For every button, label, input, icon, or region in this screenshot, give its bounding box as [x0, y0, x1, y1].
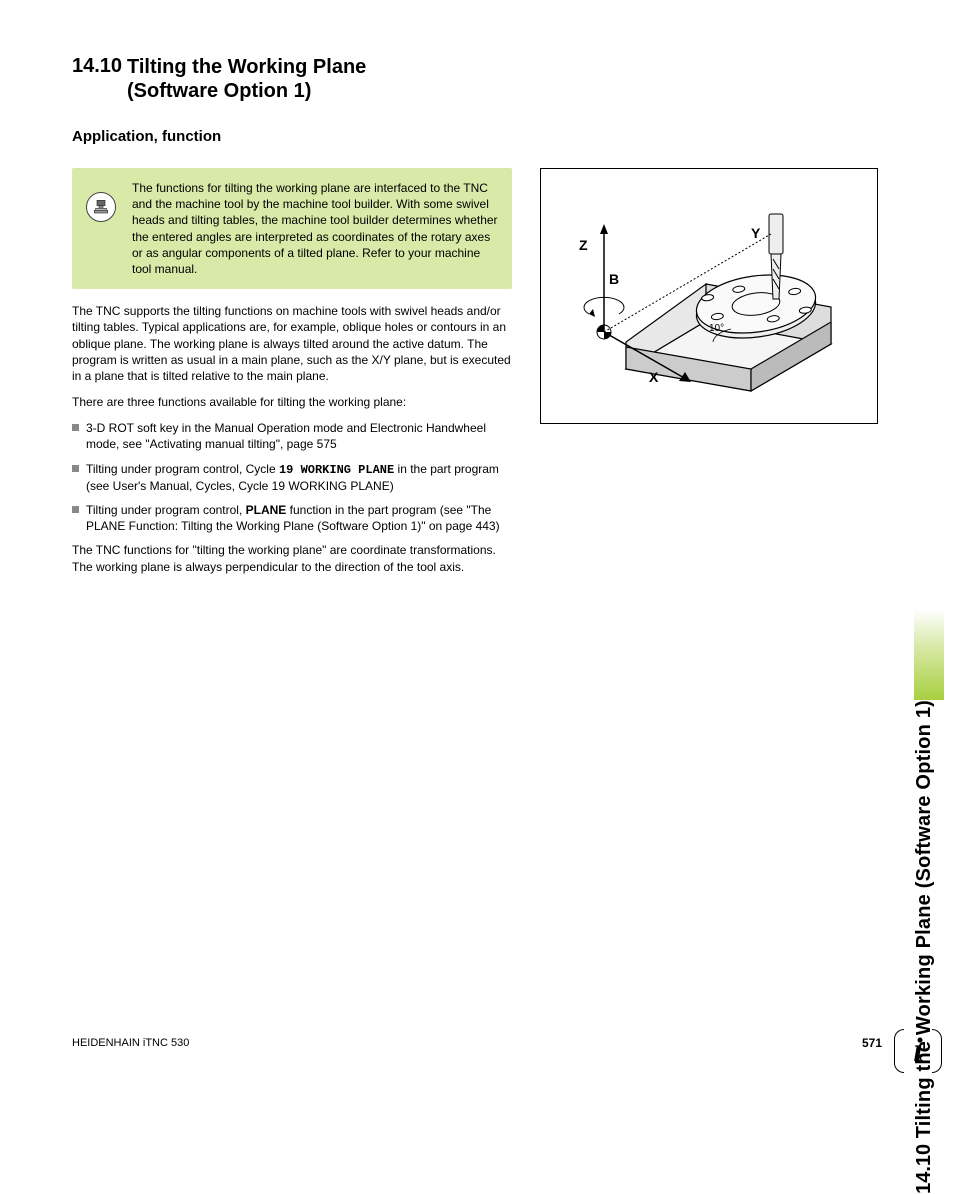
axis-z-label: Z [579, 237, 588, 253]
axis-y-label: Y [751, 225, 760, 241]
list-item: Tilting under program control, Cycle 19 … [72, 461, 512, 494]
page: 14.10 Tilting the Working Plane (Softwar… [0, 0, 954, 1091]
note-text: The functions for tilting the working pl… [132, 181, 498, 276]
figure-svg [541, 169, 879, 425]
sidebar-gradient [914, 610, 944, 700]
paragraph-3: The TNC functions for "tilting the worki… [72, 542, 512, 574]
sidebar-tab: 14.10 Tilting the Working Plane (Softwar… [902, 20, 944, 700]
info-icon: i [894, 1027, 942, 1075]
paragraph-2: There are three functions available for … [72, 394, 512, 410]
page-number: 571 [862, 1036, 882, 1050]
footer-product: HEIDENHAIN iTNC 530 [72, 1037, 189, 1049]
subheading: Application, function [72, 128, 221, 145]
page-footer: HEIDENHAIN iTNC 530 571 [72, 1036, 882, 1050]
content-columns: The functions for tilting the working pl… [72, 168, 878, 585]
section-title: Tilting the Working Plane (Software Opti… [127, 55, 437, 103]
right-column: Z Y B X 10° [540, 168, 878, 585]
note-box: The functions for tilting the working pl… [72, 168, 512, 289]
section-number: 14.10 [72, 55, 122, 78]
axis-b-label: B [609, 271, 619, 287]
figure-tilted-plane: Z Y B X 10° [540, 168, 878, 424]
bullet-list: 3-D ROT soft key in the Manual Operation… [72, 420, 512, 534]
machine-icon [86, 192, 116, 222]
axis-x-label: X [649, 369, 658, 385]
sidebar-heading: 14.10 Tilting the Working Plane (Softwar… [913, 700, 936, 1194]
list-item: Tilting under program control, PLANE fun… [72, 502, 512, 534]
angle-label: 10° [709, 323, 724, 334]
list-item: 3-D ROT soft key in the Manual Operation… [72, 420, 512, 452]
left-column: The functions for tilting the working pl… [72, 168, 512, 585]
paragraph-1: The TNC supports the tilting functions o… [72, 303, 512, 384]
